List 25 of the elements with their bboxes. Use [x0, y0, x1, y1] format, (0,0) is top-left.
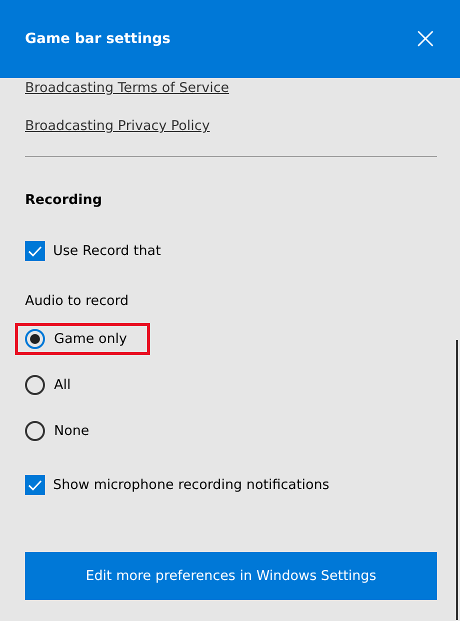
radio-button[interactable]: [25, 375, 45, 395]
radio-option[interactable]: None: [22, 415, 112, 447]
checkbox-box[interactable]: [25, 241, 45, 261]
checkbox-label: Use Record that: [53, 243, 161, 259]
highlighted-radio-option[interactable]: Game only: [15, 323, 150, 355]
radio-label: All: [54, 377, 71, 393]
group-label: Audio to record: [25, 293, 130, 309]
scrollbar[interactable]: [456, 340, 458, 620]
checkbox-box[interactable]: [25, 475, 45, 495]
radio-button[interactable]: [25, 421, 45, 441]
radio-button[interactable]: [25, 329, 45, 349]
checkbox[interactable]: Show microphone recording notifications: [25, 475, 330, 495]
radio-label: None: [54, 423, 90, 439]
policy-link[interactable]: Broadcasting Privacy Policy: [25, 118, 210, 134]
checkmark-icon: [28, 246, 42, 256]
settings-button[interactable]: Edit more preferences in Windows Settings: [25, 552, 437, 600]
checkbox[interactable]: Use Record that: [25, 241, 161, 261]
checkbox-label: Show microphone recording notifications: [53, 477, 330, 493]
window-title: Game bar settings: [25, 31, 170, 47]
checkmark-icon: [28, 480, 42, 490]
radio-option[interactable]: All: [22, 369, 94, 401]
radio-label: Game only: [54, 331, 128, 347]
policy-link[interactable]: Broadcasting Terms of Service: [25, 80, 230, 96]
close-button[interactable]: ×: [412, 24, 438, 54]
section-title: Recording: [25, 192, 104, 208]
